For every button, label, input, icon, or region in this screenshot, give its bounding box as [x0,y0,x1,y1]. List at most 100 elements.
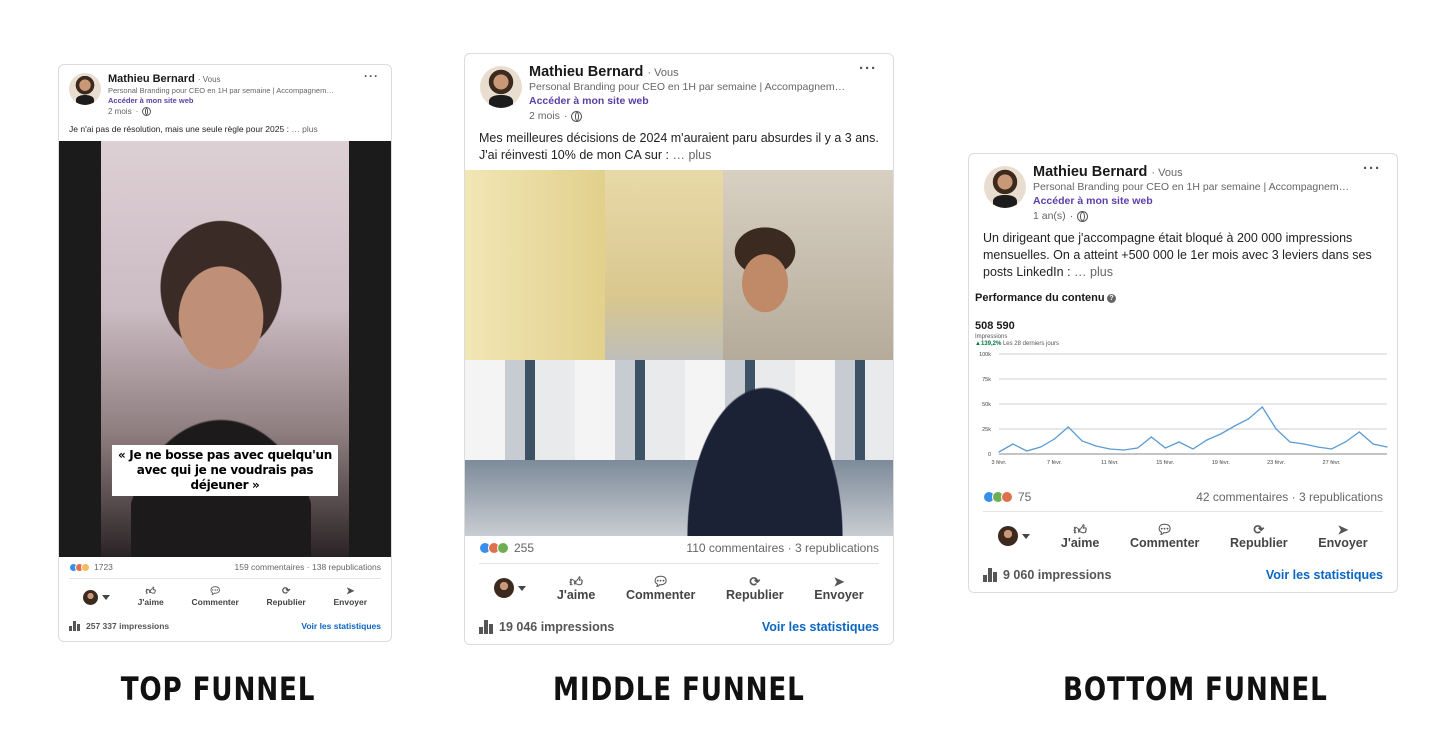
author-tagline: Personal Branding pour CEO en 1H par sem… [1033,181,1350,193]
like-button[interactable]: 👍︎ J'aime [557,575,595,602]
like-button[interactable]: 👍︎ J'aime [138,587,164,608]
x-tick-label: 15 févr. [1156,460,1175,466]
divider [479,563,879,564]
site-link[interactable]: Accéder à mon site web [108,96,193,105]
comment-icon: 💬︎ [652,573,669,589]
y-tick-label: 0 [988,452,991,458]
see-more-link[interactable]: … plus [672,148,711,162]
x-tick-label: 19 févr. [1212,460,1231,466]
comments-reposts[interactable]: 159 commentaires · 138 republications [234,562,381,572]
author-name[interactable]: Mathieu Bernard · Vous [529,64,679,80]
post-photo[interactable] [465,170,893,536]
post-meta: 2 mois · [108,107,152,116]
repost-button[interactable]: ⟳ Republier [726,575,784,602]
data-point [1289,441,1291,443]
author-name[interactable]: Mathieu Bernard · Vous [1033,164,1183,180]
view-stats-link[interactable]: Voir les statistiques [762,620,879,634]
data-point [1386,446,1388,448]
author-avatar[interactable] [480,66,522,108]
view-stats-link[interactable]: Voir les statistiques [301,621,381,631]
comments-reposts[interactable]: 42 commentaires · 3 republications [1196,490,1383,504]
stats-bar: 19 046 impressions Voir les statistiques [479,620,879,634]
globe-icon [142,107,152,116]
send-button[interactable]: ➤ Envoyer [814,575,863,602]
thumbs-up-icon: 👍︎ [1073,521,1087,537]
data-point [1123,449,1125,451]
x-tick-label: 27 févr. [1323,460,1342,466]
mini-avatar [998,526,1019,546]
actor-switcher[interactable] [494,578,527,598]
more-options-icon[interactable]: ··· [364,69,379,83]
actor-switcher[interactable] [998,526,1031,546]
repost-button[interactable]: ⟳ Republier [267,586,306,608]
thumbs-up-icon: 👍︎ [569,573,583,589]
video-caption: « Je ne bosse pas avec quelqu'un avec qu… [111,445,339,496]
photo-building [465,170,605,390]
post-card-top-funnel: Mathieu Bernard · Vous Personal Branding… [58,64,392,642]
data-point [1136,447,1139,449]
social-counts: 1723 159 commentaires · 138 republicatio… [69,562,381,572]
person-silhouette [131,181,311,557]
you-label: · Vous [647,67,679,79]
more-options-icon[interactable]: ··· [859,60,877,77]
chart-total-label: Impressions [975,334,1008,340]
data-point [1330,448,1333,450]
comment-button[interactable]: 💬︎ Commenter [1130,523,1199,550]
data-point [1081,440,1083,442]
stats-bar: 257 337 impressions Voir les statistique… [69,621,381,631]
data-point [1344,441,1347,443]
post-video[interactable]: « Je ne bosse pas avec quelqu'un avec qu… [59,141,391,557]
repost-icon: ⟳ [281,586,291,597]
like-button[interactable]: 👍︎ J'aime [1061,523,1099,550]
author-avatar[interactable] [984,166,1026,208]
analytics-icon [983,568,997,582]
see-more-link[interactable]: … plus [1074,265,1113,279]
more-options-icon[interactable]: ··· [1363,160,1381,177]
send-icon: ➤ [1337,521,1349,537]
y-tick-label: 100k [979,352,991,358]
comment-icon: 💬︎ [1156,521,1173,537]
post-text: Je n'ai pas de résolution, mais une seul… [69,124,318,134]
photo-person [665,220,865,536]
mini-avatar [82,589,98,605]
funnel-label-middle: MIDDLE FUNNEL [553,670,805,708]
data-point [998,451,1000,453]
view-stats-link[interactable]: Voir les statistiques [1266,568,1383,582]
comments-reposts[interactable]: 110 commentaires · 3 republications [686,541,879,555]
data-point [1095,445,1097,447]
send-icon: ➤ [833,573,845,589]
data-point [1275,428,1277,430]
reactions-count[interactable]: 1723 [69,562,113,572]
chevron-down-icon [518,585,527,591]
actor-switcher[interactable] [82,589,110,605]
divider [983,511,1383,512]
data-point [1039,446,1042,448]
repost-button[interactable]: ⟳ Republier [1230,523,1288,550]
author-avatar[interactable] [69,73,101,105]
data-point [1109,448,1111,450]
send-button[interactable]: ➤ Envoyer [334,587,368,608]
author-tagline: Personal Branding pour CEO en 1H par sem… [108,86,334,95]
data-point [1317,446,1319,448]
post-text-line-1: Mes meilleures décisions de 2024 m'aurai… [479,131,879,145]
author-name[interactable]: Mathieu Bernard · Vous [108,73,221,85]
comment-button[interactable]: 💬︎ Commenter [626,575,695,602]
send-button[interactable]: ➤ Envoyer [1318,523,1367,550]
you-label: · Vous [197,75,221,84]
social-counts: 255 110 commentaires · 3 republications [479,541,879,555]
reactions-count[interactable]: 75 [983,490,1031,504]
info-icon: ? [1107,294,1116,303]
site-link[interactable]: Accéder à mon site web [1033,195,1153,207]
action-bar: 👍︎ J'aime 💬︎ Commenter ⟳ Republier ➤ Envoyer [479,569,879,607]
see-more-link[interactable]: … plus [291,124,317,134]
reactions-count[interactable]: 255 [479,541,534,555]
analytics-icon [479,620,493,634]
chart-title: Performance du contenu [975,292,1105,304]
reaction-icons [69,562,90,572]
author-tagline: Personal Branding pour CEO en 1H par sem… [529,81,846,93]
site-link[interactable]: Accéder à mon site web [529,95,649,107]
comment-button[interactable]: 💬︎ Commenter [192,587,239,608]
data-point [1164,447,1166,449]
x-tick-label: 7 févr. [1047,460,1062,466]
data-point [1206,439,1208,441]
